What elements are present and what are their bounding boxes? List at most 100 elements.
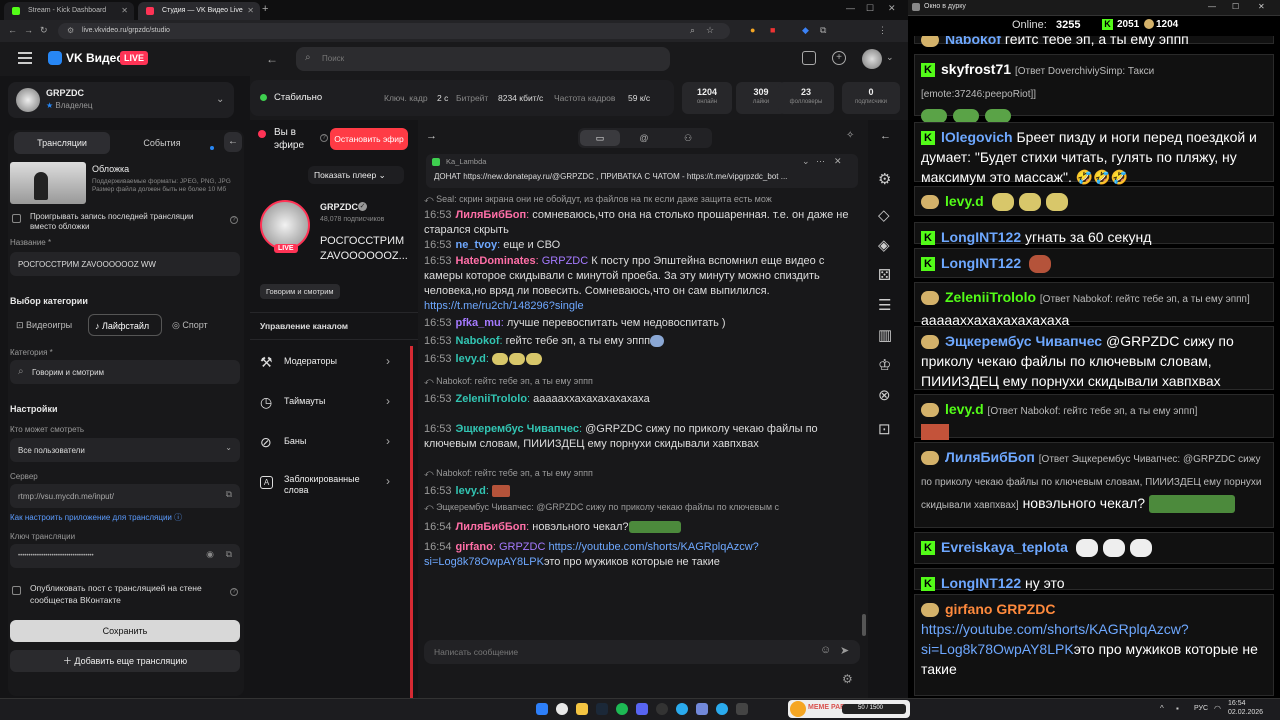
overlay-author[interactable]: girfano (945, 601, 992, 617)
overlay-author[interactable]: skyfrost71 (941, 61, 1011, 77)
clock-time[interactable]: 16:54 (1228, 700, 1246, 707)
overlay-author[interactable]: levy.d (945, 193, 984, 209)
trophy-icon[interactable]: ♔ (878, 356, 891, 374)
profile-switcher[interactable]: GRPZDC ★ Владелец ⌄ (8, 82, 234, 118)
chart-icon[interactable]: ▥ (878, 326, 892, 344)
who-can-watch-select[interactable]: Все пользователи ⌄ (10, 438, 240, 462)
maximize-icon[interactable]: ☐ (866, 3, 874, 14)
minimize-icon[interactable]: — (846, 3, 855, 13)
settings-gear-icon[interactable]: ⚙ (878, 170, 891, 188)
app-icon[interactable] (696, 703, 708, 715)
tray-chevron-icon[interactable]: ^ (1160, 704, 1164, 713)
search-input[interactable]: ⌕ Поиск (296, 47, 670, 71)
category-input[interactable]: ⌕ Говорим и смотрим (10, 360, 240, 384)
chat-tab-users-icon[interactable]: ⚇ (668, 130, 708, 146)
dice-icon[interactable]: ⚄ (878, 266, 891, 284)
site-info-icon[interactable]: ⚙ (67, 26, 74, 35)
emoji-icon[interactable]: ☺ (820, 644, 831, 656)
menu-moderators[interactable]: ⚒ Модераторы › (250, 342, 410, 382)
mention[interactable]: GRPZDC (499, 541, 545, 553)
games-icon[interactable]: ⊗ (878, 386, 891, 404)
close-tab-icon[interactable]: ✕ (121, 6, 128, 15)
more-icon[interactable]: ⋯ (816, 156, 825, 167)
maximize-icon[interactable]: ☐ (1232, 2, 1239, 11)
network-icon[interactable]: ◠ (1214, 704, 1221, 713)
chevron-down-icon[interactable]: ⌄ (886, 52, 894, 63)
minimize-icon[interactable]: — (1208, 2, 1216, 11)
chat-tab-mentions-icon[interactable]: @ (624, 130, 664, 146)
overlay-author[interactable]: LongINT122 (941, 255, 1021, 271)
help-icon[interactable]: ? (230, 588, 238, 596)
extension-icon[interactable]: ◆ (802, 25, 809, 36)
telegram-icon[interactable] (716, 703, 728, 715)
show-player-button[interactable]: Показать плеер ⌄ (308, 166, 404, 184)
chat-expand-icon[interactable]: → (426, 130, 437, 142)
tab-events[interactable]: События (120, 132, 204, 154)
forward-icon[interactable]: → (24, 25, 33, 35)
tab-streams[interactable]: Трансляции (14, 132, 110, 154)
overlay-mention[interactable]: GRPZDC (996, 601, 1055, 617)
list-icon[interactable]: ☰ (878, 296, 891, 314)
message-author[interactable]: levy.d (456, 353, 486, 365)
chat-tab-messages-icon[interactable]: ▭ (580, 130, 620, 146)
search-toggle-icon[interactable]: ← (266, 52, 278, 66)
collapse-back-icon[interactable]: ← (880, 130, 891, 142)
message-author[interactable]: ЛиляБибБоп (456, 209, 527, 221)
back-icon[interactable]: ← (8, 25, 17, 35)
publish-post-checkbox[interactable] (12, 586, 21, 595)
obs-icon[interactable] (656, 703, 668, 715)
overlay-author[interactable]: ЛиляБибБоп (945, 449, 1035, 465)
overlay-author[interactable]: Эщкерембус Чивапчес (945, 333, 1102, 349)
zoom-icon[interactable]: ⌕ (690, 25, 695, 36)
send-icon[interactable]: ➤ (840, 644, 849, 657)
stream-name-input[interactable]: РОСГОССТРИМ ZAVOOOOOOZ WW (10, 252, 240, 276)
menu-bans[interactable]: ⊘ Баны › (250, 422, 410, 462)
language-indicator[interactable]: РУС (1194, 705, 1208, 712)
close-window-icon[interactable]: ✕ (1258, 2, 1265, 11)
overlay-author[interactable]: Evreiskaya_teplota (941, 539, 1068, 555)
url-field[interactable]: ⚙ live.vkvideo.ru/grpzdc/studio (58, 23, 730, 39)
message-author[interactable]: pfka_mu (456, 317, 501, 329)
user-avatar[interactable] (862, 49, 882, 69)
extension-icon[interactable]: ● (750, 25, 755, 35)
message-author[interactable]: HateDominates (456, 255, 536, 267)
help-icon[interactable]: ? (230, 216, 238, 224)
message-author[interactable]: levy.d (456, 485, 486, 497)
help-icon[interactable]: ? (320, 134, 328, 142)
category-sport-button[interactable]: ◎ Спорт (166, 314, 236, 336)
tab-kick-dashboard[interactable]: Stream - Kick Dashboard ✕ (4, 2, 134, 20)
diamond-icon[interactable]: ◇ (878, 206, 890, 224)
chat-input[interactable]: Написать сообщение ☺ ➤ (424, 640, 860, 664)
clip-icon[interactable]: ⊡ (878, 420, 891, 438)
play-last-checkbox[interactable] (12, 214, 21, 223)
category-games-button[interactable]: ⊡ Видеоигры (10, 314, 84, 336)
overlay-author[interactable]: Nabokof (945, 36, 1001, 47)
mention[interactable]: GRPZDC (542, 255, 588, 267)
message-author[interactable]: ne_tvoy (456, 239, 498, 251)
copy-icon[interactable]: ⧉ (226, 549, 232, 560)
save-button[interactable]: Сохранить (10, 620, 240, 642)
chat-settings-gear-icon[interactable]: ⚙ (842, 672, 853, 686)
overlay-author[interactable]: LongINT122 (941, 229, 1021, 245)
stream-key-field[interactable]: •••••••••••••••••••••••••••••••••••• ◉ ⧉ (10, 544, 240, 568)
gem-icon[interactable]: ◈ (878, 236, 890, 254)
menu-timeouts[interactable]: ◷ Таймауты › (250, 382, 410, 422)
close-icon[interactable]: ✕ (834, 156, 842, 167)
steam-icon[interactable] (596, 703, 608, 715)
menu-blocked-words[interactable]: A Заблокированные слова › (250, 462, 410, 506)
stop-stream-button[interactable]: Остановить эфир (330, 128, 408, 150)
tray-icon[interactable]: ▪ (1176, 704, 1179, 713)
copy-icon[interactable]: ⧉ (226, 489, 232, 500)
bookmark-star-icon[interactable]: ☆ (706, 25, 714, 36)
add-icon[interactable]: + (832, 51, 846, 65)
close-tab-icon[interactable]: ✕ (247, 6, 254, 15)
message-author[interactable]: girfano (456, 541, 493, 553)
collapse-panel-icon[interactable]: ← (224, 132, 242, 152)
overlay-author[interactable]: LongINT122 (941, 575, 1021, 591)
spotify-icon[interactable] (616, 703, 628, 715)
discord-icon[interactable] (636, 703, 648, 715)
cover-image[interactable] (10, 162, 86, 204)
explorer-icon[interactable] (576, 703, 588, 715)
eye-icon[interactable]: ◉ (206, 549, 214, 560)
message-author[interactable]: ЛиляБибБоп (456, 521, 527, 533)
